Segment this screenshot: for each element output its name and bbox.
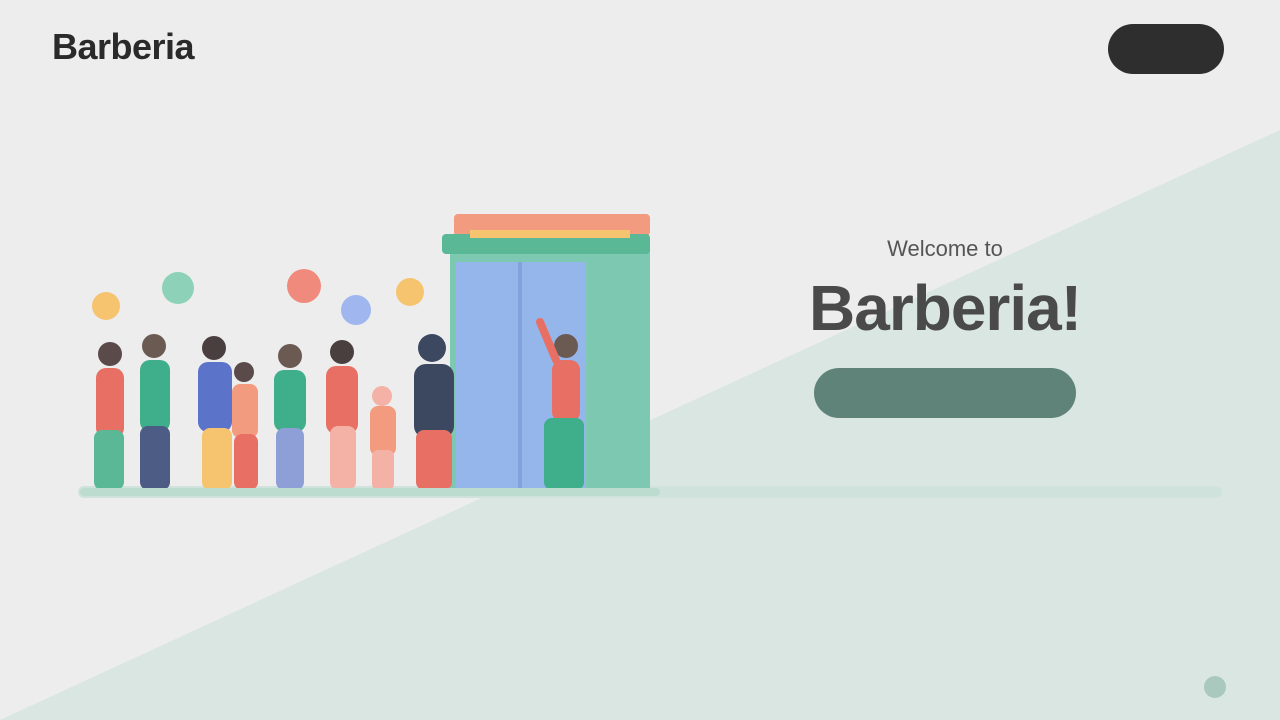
barbershop-illustration bbox=[80, 214, 660, 496]
person bbox=[414, 334, 454, 490]
cta-button[interactable] bbox=[814, 368, 1076, 418]
person bbox=[274, 344, 306, 490]
corner-link[interactable] bbox=[1198, 676, 1226, 698]
speech-bubble bbox=[396, 278, 424, 306]
hero-section: Welcome to Barberia! bbox=[790, 236, 1100, 418]
person bbox=[94, 342, 124, 490]
person bbox=[198, 336, 232, 490]
header-action-button[interactable] bbox=[1108, 24, 1224, 74]
speech-bubble bbox=[287, 269, 321, 303]
speech-bubble bbox=[341, 295, 371, 325]
ground bbox=[80, 488, 660, 496]
header: Barberia bbox=[0, 0, 1280, 98]
page-title: Barberia! bbox=[809, 272, 1082, 344]
person bbox=[326, 340, 358, 490]
person bbox=[370, 386, 396, 490]
speech-bubble bbox=[92, 292, 120, 320]
speech-bubble bbox=[162, 272, 194, 304]
person bbox=[232, 362, 258, 490]
brand-logo[interactable]: Barberia bbox=[52, 26, 195, 68]
arrow-icon bbox=[1204, 676, 1226, 698]
person bbox=[140, 334, 170, 490]
welcome-text: Welcome to bbox=[887, 236, 1003, 261]
